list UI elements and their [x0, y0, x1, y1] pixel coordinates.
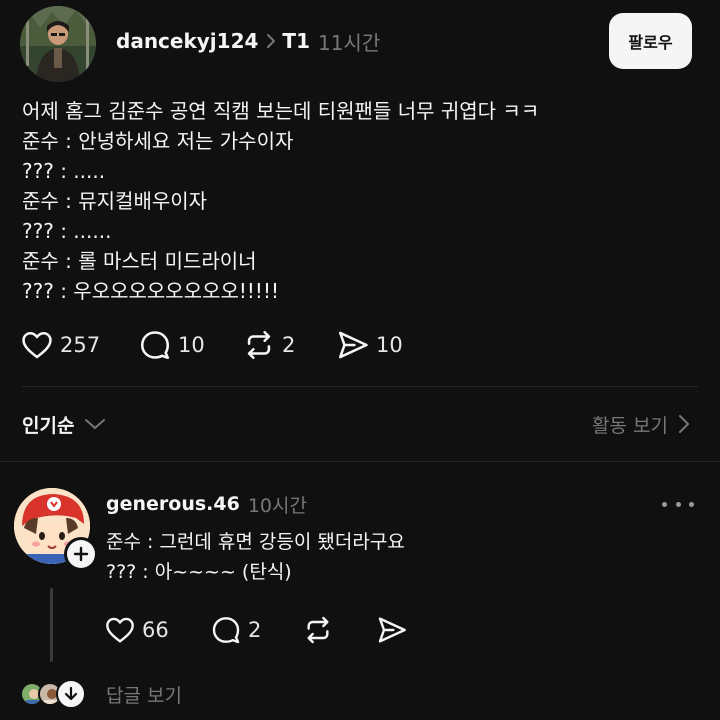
topic-tag[interactable]: T1 — [282, 29, 310, 53]
chevron-right-icon — [266, 33, 276, 49]
post-line: ??? : ..... — [22, 159, 106, 183]
expand-replies-button[interactable] — [56, 679, 86, 709]
arrow-down-icon — [64, 686, 78, 701]
thread-line — [50, 588, 53, 662]
view-replies-link[interactable]: 답글 보기 — [106, 680, 182, 708]
post-line: 준수 : 뮤지컬배우이자 — [22, 189, 208, 213]
reply-share-button[interactable] — [376, 610, 408, 650]
follow-reply-author-button[interactable] — [64, 537, 98, 571]
post-line: 준수 : 롤 마스터 미드라이너 — [22, 249, 257, 273]
share-count: 10 — [376, 333, 403, 357]
send-icon — [338, 331, 368, 359]
chevron-down-icon — [84, 417, 106, 431]
repost-icon — [307, 616, 329, 644]
share-button[interactable]: 10 — [336, 325, 403, 365]
author-username[interactable]: dancekyj124 — [116, 29, 258, 53]
reply-comment-count: 2 — [248, 618, 262, 642]
heart-icon — [106, 617, 134, 643]
reply-repost-button[interactable] — [302, 610, 334, 650]
repost-count: 2 — [282, 333, 296, 357]
post-line: 어제 홈그 김준수 공연 직캠 보는데 티원팬들 너무 귀엽다 ㅋㅋ — [22, 99, 540, 123]
comment-count: 10 — [178, 333, 205, 357]
post-time: 11시간 — [317, 30, 381, 55]
comment-icon — [140, 331, 170, 360]
reply-line: ??? : 아~~~~ (탄식) — [106, 561, 292, 583]
post-line: 준수 : 안녕하세요 저는 가수이자 — [22, 129, 294, 153]
plus-icon — [67, 540, 95, 568]
divider — [22, 386, 698, 387]
repost-button[interactable]: 2 — [242, 325, 295, 365]
reply-like-count: 66 — [142, 618, 169, 642]
send-icon — [378, 617, 406, 643]
heart-icon — [22, 331, 52, 359]
section-divider — [0, 461, 720, 462]
reply-username[interactable]: generous.46 — [106, 493, 240, 515]
author-avatar[interactable] — [20, 6, 96, 82]
reply-body: 준수 : 그런데 휴면 강등이 됐더라구요 ??? : 아~~~~ (탄식) — [106, 527, 405, 587]
view-activity-link[interactable]: 활동 보기 — [592, 406, 690, 442]
more-icon[interactable] — [662, 494, 694, 514]
repost-icon — [247, 330, 271, 360]
follow-button[interactable]: 팔로우 — [609, 13, 692, 69]
chevron-right-icon — [678, 414, 690, 434]
sort-label: 인기순 — [22, 414, 75, 437]
author-avatar-image — [20, 6, 96, 82]
post-header: dancekyj124 T1 11시간 — [116, 26, 380, 56]
reply-time: 10시간 — [247, 494, 307, 517]
activity-label: 활동 보기 — [592, 414, 668, 437]
post-line: ??? : ...... — [22, 219, 112, 243]
comment-icon — [212, 617, 240, 644]
like-count: 257 — [60, 333, 101, 357]
reply-like-button[interactable]: 66 — [104, 610, 169, 650]
sort-dropdown[interactable]: 인기순 — [22, 406, 106, 442]
reply-line: 준수 : 그런데 휴면 강등이 됐더라구요 — [106, 531, 405, 553]
post-body: 어제 홈그 김준수 공연 직캠 보는데 티원팬들 너무 귀엽다 ㅋㅋ 준수 : … — [22, 96, 702, 306]
reply-header: generous.46 10시간 — [106, 490, 307, 518]
like-button[interactable]: 257 — [20, 325, 100, 365]
reply-comment-button[interactable]: 2 — [210, 610, 261, 650]
post-line: ??? : 우오오오오오오오오!!!!! — [22, 279, 279, 303]
comment-button[interactable]: 10 — [138, 325, 205, 365]
